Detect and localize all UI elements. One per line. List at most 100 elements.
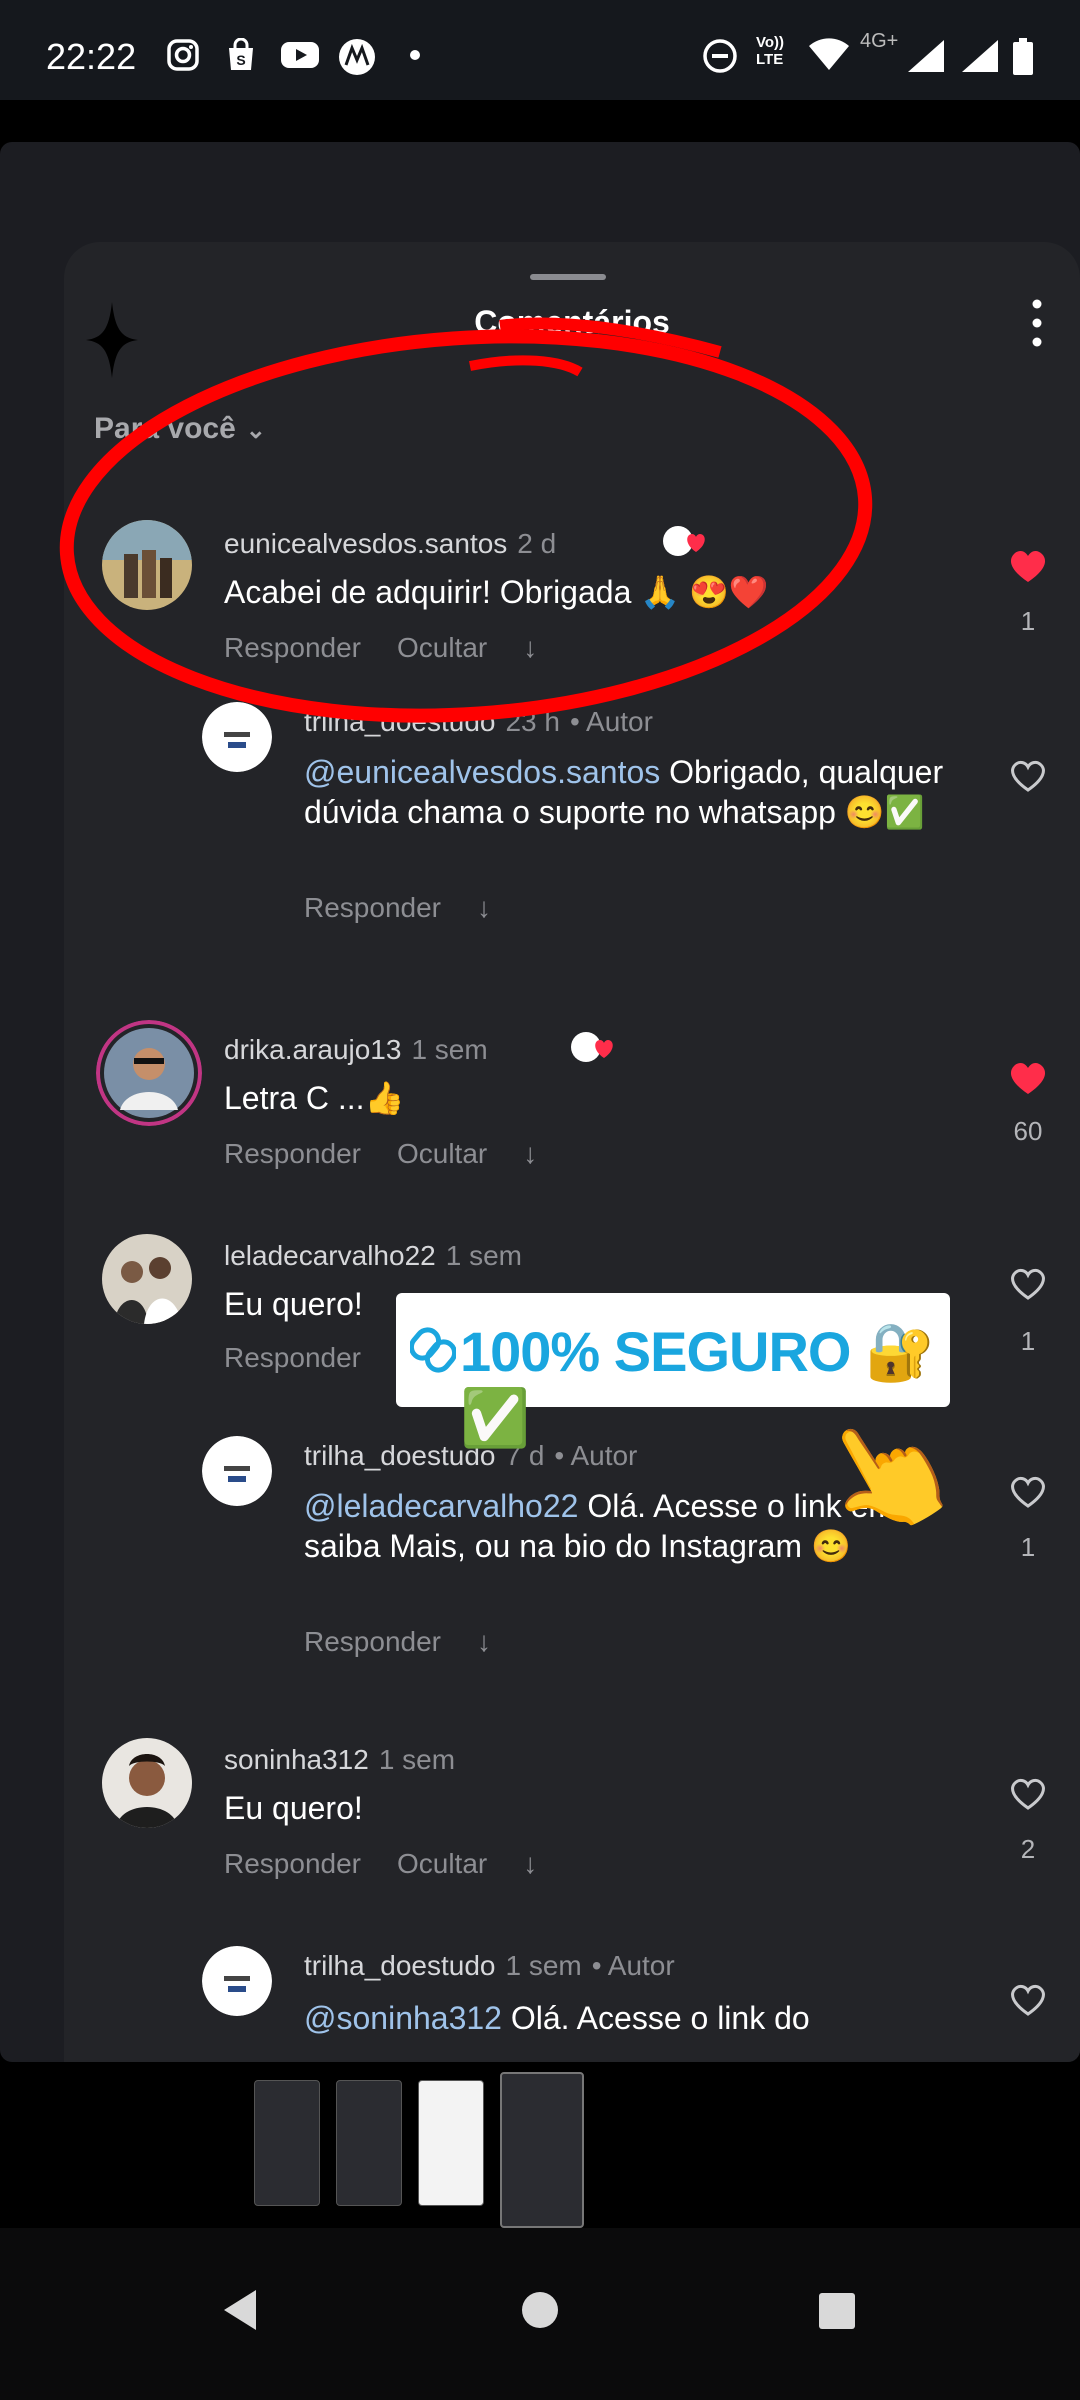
- status-time: 22:22: [46, 36, 137, 77]
- creator-liked-badge-icon: [571, 1032, 613, 1062]
- battery-icon: [1013, 38, 1033, 75]
- avatar[interactable]: [202, 1946, 272, 2016]
- security-sticker: 100% SEGURO 🔐✅: [396, 1293, 950, 1449]
- comment-actions: Responder: [224, 1342, 397, 1374]
- like-count: 1: [1020, 606, 1036, 636]
- back-icon[interactable]: [220, 2288, 260, 2332]
- author-tag: • Autor: [569, 706, 653, 737]
- mention-link[interactable]: @leladecarvalho22: [304, 1488, 578, 1524]
- downvote-icon[interactable]: ↓: [523, 632, 537, 663]
- comment-item: drika.araujo13 1 sem Letra C ...👍 Respond…: [96, 1020, 1062, 1170]
- comment-username[interactable]: drika.araujo13 1 sem: [224, 1034, 488, 1066]
- creator-liked-badge-icon: [663, 526, 705, 556]
- volte-icon: Vo)) LTE: [756, 34, 785, 68]
- svg-text:S: S: [236, 52, 245, 68]
- signal-icon: [908, 40, 944, 72]
- downvote-icon[interactable]: ↓: [523, 1848, 537, 1879]
- comment-age: 1 sem: [505, 1950, 582, 1981]
- downvote-icon[interactable]: ↓: [523, 1138, 537, 1169]
- heart-outline-icon[interactable]: [1008, 1266, 1048, 1302]
- comment-actions: Responder Ocultar ↓: [224, 632, 573, 664]
- reply-button[interactable]: Responder: [224, 1138, 361, 1169]
- heart-outline-icon[interactable]: [1008, 1776, 1048, 1812]
- link-icon: [410, 1327, 456, 1373]
- comment-text: Acabei de adquirir! Obrigada 🙏 😍❤️: [224, 574, 769, 610]
- reply-button[interactable]: Responder: [304, 1626, 441, 1657]
- comment-text: @eunicealvesdos.santos Obrigado, qualque…: [304, 754, 944, 830]
- screenshot-thumbnails: [0, 2072, 1080, 2228]
- comment-username[interactable]: leladecarvalho22 1 sem: [224, 1240, 522, 1272]
- comment-reply: trilha_doestudo 1 sem • Autor @soninha312 …: [202, 1946, 1062, 2062]
- comment-age: 2 d: [517, 528, 557, 559]
- like-count: 1: [1020, 1326, 1036, 1356]
- comment-age: 23 h: [505, 706, 560, 737]
- home-icon[interactable]: [520, 2290, 560, 2330]
- hide-button[interactable]: Ocultar: [397, 632, 487, 663]
- comment-username[interactable]: soninha312 1 sem: [224, 1744, 455, 1776]
- filter-label: Para você: [94, 412, 236, 445]
- comment-age: 1 sem: [445, 1240, 522, 1271]
- like-count: 1: [1020, 1532, 1036, 1562]
- author-tag: • Autor: [591, 1950, 675, 1981]
- comment-username[interactable]: trilha_doestudo 1 sem • Autor: [304, 1950, 675, 1982]
- mention-link[interactable]: @soninha312: [304, 2000, 502, 2036]
- thumbnail[interactable]: [254, 2080, 320, 2206]
- comment-username[interactable]: trilha_doestudo 23 h • Autor: [304, 706, 653, 738]
- heart-outline-icon[interactable]: [1008, 1982, 1048, 2018]
- system-nav-bar: [0, 2228, 1080, 2400]
- status-bar: 22:22 S Vo)) LTE 4G+: [0, 0, 1080, 100]
- thumbnail[interactable]: [336, 2080, 402, 2206]
- heart-outline-icon[interactable]: [1008, 1474, 1048, 1510]
- signal-icon: [962, 40, 998, 72]
- comment-reply: trilha_doestudo 23 h • Autor @eunicealvesd…: [202, 702, 1062, 942]
- comments-sheet: Comentários Para você ⌄ eunicealvesdos.sa…: [64, 242, 1080, 2062]
- heart-outline-icon[interactable]: [1008, 758, 1048, 794]
- sheet-drag-handle[interactable]: [530, 274, 606, 280]
- comment-text: @soninha312 Olá. Acesse o link do: [304, 2000, 810, 2036]
- motorola-icon: [339, 39, 375, 75]
- comment-actions: Responder ↓: [304, 1626, 527, 1658]
- reply-button[interactable]: Responder: [224, 1342, 361, 1373]
- comment-age: 1 sem: [378, 1744, 456, 1775]
- comment-item: soninha312 1 sem Eu quero! Responder Ocult…: [102, 1738, 1062, 1888]
- do-not-disturb-icon: [703, 39, 737, 73]
- instagram-icon: [167, 39, 199, 71]
- thumbnail-selected[interactable]: [500, 2072, 584, 2228]
- downvote-icon[interactable]: ↓: [477, 892, 491, 923]
- screenshot-preview: Comentários Para você ⌄ eunicealvesdos.sa…: [0, 142, 1080, 2062]
- youtube-icon: [281, 42, 319, 68]
- avatar[interactable]: [202, 1436, 272, 1506]
- avatar[interactable]: [102, 1234, 192, 1324]
- dot-icon: [410, 50, 420, 60]
- avatar[interactable]: [102, 1738, 192, 1828]
- avatar[interactable]: [202, 702, 272, 772]
- more-options-icon[interactable]: [1032, 298, 1042, 348]
- recents-icon[interactable]: [818, 2292, 856, 2330]
- sort-filter-dropdown[interactable]: Para você ⌄: [94, 412, 266, 446]
- hide-button[interactable]: Ocultar: [397, 1138, 487, 1169]
- heart-filled-icon[interactable]: [1008, 1060, 1048, 1096]
- thumbnail[interactable]: [418, 2080, 484, 2206]
- comment-text: Letra C ...👍: [224, 1080, 405, 1116]
- comment-text: Eu quero!: [224, 1790, 363, 1826]
- reply-button[interactable]: Responder: [304, 892, 441, 923]
- downvote-icon[interactable]: ↓: [477, 1626, 491, 1657]
- comment-age: 1 sem: [411, 1034, 488, 1065]
- hide-button[interactable]: Ocultar: [397, 1848, 487, 1879]
- avatar[interactable]: [102, 520, 192, 610]
- heart-filled-icon[interactable]: [1008, 548, 1048, 584]
- mention-link[interactable]: @eunicealvesdos.santos: [304, 754, 660, 790]
- chevron-down-icon: ⌄: [245, 417, 266, 444]
- like-count: 60: [1013, 1116, 1043, 1146]
- reply-button[interactable]: Responder: [224, 632, 361, 663]
- reply-button[interactable]: Responder: [224, 1848, 361, 1879]
- comment-actions: Responder ↓: [304, 892, 527, 924]
- comment-item: eunicealvesdos.santos 2 d Acabei de adqui…: [102, 520, 1062, 670]
- wifi-icon: [809, 38, 849, 70]
- sheet-title: Comentários: [474, 304, 670, 340]
- comment-actions: Responder Ocultar ↓: [224, 1848, 573, 1880]
- shopping-bag-icon: S: [229, 38, 253, 70]
- network-type: 4G+: [860, 30, 899, 52]
- avatar[interactable]: [96, 1020, 202, 1126]
- comment-username[interactable]: eunicealvesdos.santos 2 d: [224, 528, 556, 560]
